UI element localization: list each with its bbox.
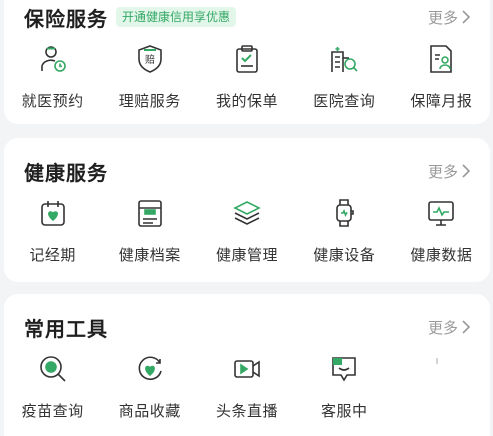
item-label: 理赔服务 <box>118 92 181 110</box>
item-label: 保障月报 <box>410 92 473 110</box>
service-item-my-policy[interactable]: 我的保单 <box>198 44 295 111</box>
common-tools-card: 常用工具 更多 疫苗查询 商品收藏 头条直播 客服中 <box>4 294 490 436</box>
monitor-pulse-icon <box>428 201 455 226</box>
item-label: 我的保单 <box>216 92 279 110</box>
hospital-search-icon <box>331 47 358 72</box>
promo-badge[interactable]: 开通健康信用享优惠 <box>116 7 237 27</box>
item-label: 头条直播 <box>216 402 279 420</box>
section-title: 健康服务 <box>24 160 108 185</box>
service-item-period-tracker[interactable]: 记经期 <box>4 198 101 265</box>
favorite-heart-icon <box>138 356 162 380</box>
item-label: 医院查询 <box>313 92 376 110</box>
common-tools-header: 常用工具 更多 <box>24 312 472 342</box>
more-label: 更多 <box>427 8 458 27</box>
health-file-icon <box>137 200 162 227</box>
health-services-grid: 记经期 健康档案 健康管理 健康设备 健康数据 <box>4 198 490 265</box>
tool-item-vaccine-search[interactable]: 疫苗查询 <box>4 354 101 421</box>
service-item-appointment[interactable]: 就医预约 <box>4 44 101 111</box>
smartwatch-icon <box>336 199 355 227</box>
item-label: 健康设备 <box>313 246 376 264</box>
more-label: 更多 <box>427 162 458 181</box>
insurance-services-header: 保险服务 开通健康信用享优惠 更多 <box>24 2 472 32</box>
item-label: 就医预约 <box>21 92 84 110</box>
more-link[interactable]: 更多 <box>428 161 472 182</box>
calendar-heart-icon <box>40 201 65 226</box>
item-label: 疫苗查询 <box>21 402 84 420</box>
item-label: 商品收藏 <box>118 402 181 420</box>
service-item-monthly-report[interactable]: 保障月报 <box>393 44 490 111</box>
item-label: 健康数据 <box>410 246 473 264</box>
chevron-right-icon <box>462 164 471 178</box>
monthly-report-icon <box>430 45 453 73</box>
common-tools-grid: 疫苗查询 商品收藏 头条直播 客服中 <box>4 354 490 421</box>
service-item-health-management[interactable]: 健康管理 <box>198 198 295 265</box>
section-title: 保险服务 <box>24 6 108 31</box>
service-item-health-data[interactable]: 健康数据 <box>393 198 490 265</box>
tool-item-live-headlines[interactable]: 头条直播 <box>198 354 295 421</box>
tool-item-customer-service[interactable]: 客服中 <box>296 354 393 421</box>
item-label: 客服中 <box>320 402 368 420</box>
health-services-header: 健康服务 更多 <box>24 156 472 186</box>
video-camera-icon <box>234 360 260 378</box>
chevron-right-icon <box>462 10 471 24</box>
service-item-health-device[interactable]: 健康设备 <box>296 198 393 265</box>
item-label: 健康管理 <box>216 246 279 264</box>
chevron-right-icon <box>462 320 471 334</box>
service-item-hospital-search[interactable]: 医院查询 <box>296 44 393 111</box>
policy-clipboard-icon <box>236 45 258 73</box>
more-link[interactable]: 更多 <box>428 317 472 338</box>
layers-icon <box>233 201 261 225</box>
health-services-card: 健康服务 更多 记经期 健康档案 健康管理 健康设备 健康数据 <box>4 138 490 282</box>
insurance-services-card: 保险服务 开通健康信用享优惠 更多 就医预约 赔 理赔服务 我的保单 医院查询 … <box>4 0 490 124</box>
service-item-health-file[interactable]: 健康档案 <box>101 198 198 265</box>
insurance-services-grid: 就医预约 赔 理赔服务 我的保单 医院查询 保障月报 <box>4 44 490 111</box>
partially-hidden-icon <box>436 358 438 364</box>
section-title: 常用工具 <box>24 316 108 341</box>
claim-shield-icon: 赔 <box>137 45 162 73</box>
more-link[interactable]: 更多 <box>428 7 472 28</box>
item-label: 记经期 <box>29 246 76 264</box>
svg-text:赔: 赔 <box>145 53 155 66</box>
customer-service-icon <box>332 357 357 382</box>
fade-overlay <box>420 414 490 436</box>
doctor-clock-icon <box>40 46 66 72</box>
item-label: 健康档案 <box>118 246 181 264</box>
more-label: 更多 <box>427 318 458 337</box>
service-item-claim[interactable]: 赔 理赔服务 <box>101 44 198 111</box>
vaccine-search-icon <box>39 356 66 382</box>
tool-item-favorites[interactable]: 商品收藏 <box>101 354 198 421</box>
